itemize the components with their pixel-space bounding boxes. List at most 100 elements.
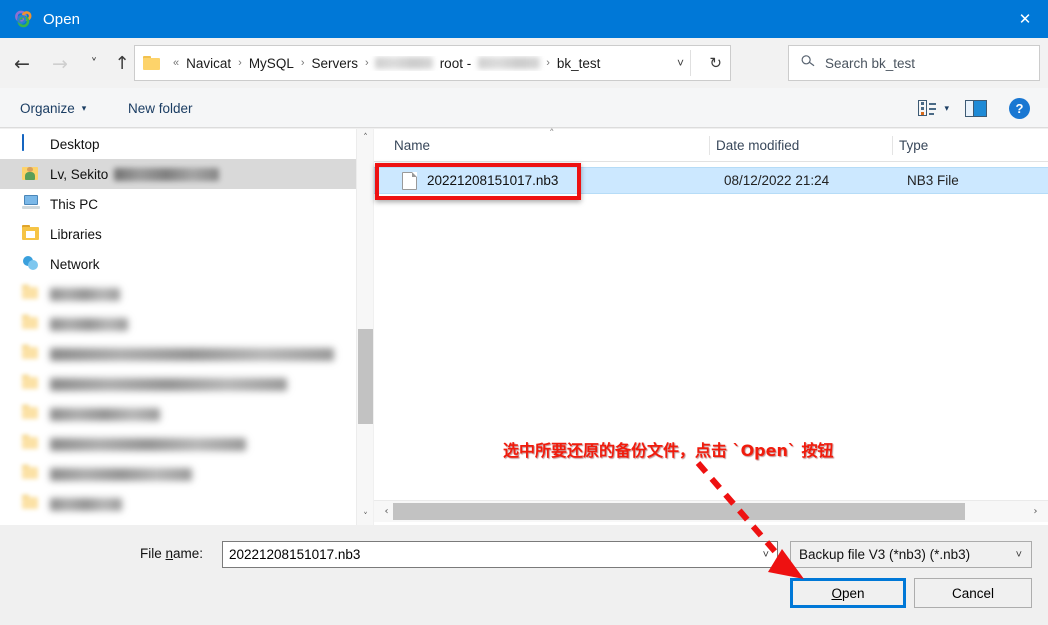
search-input-placeholder: Search bk_test bbox=[825, 55, 916, 71]
breadcrumb-item-navicat[interactable]: Navicat bbox=[185, 56, 232, 71]
column-header-name[interactable]: Name bbox=[394, 129, 430, 161]
change-view-icon[interactable] bbox=[918, 100, 937, 116]
sidebar-item-folder-redacted[interactable] bbox=[0, 309, 356, 339]
help-icon: ? bbox=[1015, 100, 1024, 116]
navigation-pane-scrollbar[interactable]: ˄ ˅ bbox=[356, 129, 373, 525]
forward-button: → bbox=[46, 50, 74, 78]
forward-arrow-icon: → bbox=[52, 52, 68, 75]
refresh-icon: ↻ bbox=[709, 54, 722, 72]
folder-icon bbox=[22, 435, 42, 453]
column-header-label: Name bbox=[394, 137, 431, 153]
sidebar-item-folder-redacted[interactable] bbox=[0, 369, 356, 399]
open-file-dialog: Open ✕ ← → ˅ ↑ « Navicat › MySQL › Serve… bbox=[0, 0, 1048, 625]
open-rest: pen bbox=[841, 585, 865, 601]
sort-ascending-icon: ˄ bbox=[549, 127, 555, 140]
breadcrumb-item-account[interactable]: root - bbox=[439, 56, 473, 71]
open-button[interactable]: Open bbox=[790, 578, 906, 608]
sidebar-item-redacted-label bbox=[50, 347, 334, 361]
folder-icon bbox=[143, 56, 161, 70]
preview-pane-icon[interactable] bbox=[965, 99, 987, 117]
chevron-down-icon: ˅ bbox=[90, 56, 98, 72]
navicat-logo-icon bbox=[14, 9, 34, 29]
file-name-value: 20221208151017.nb3 bbox=[229, 547, 361, 562]
cancel-button-label: Cancel bbox=[951, 585, 995, 601]
scrollbar-thumb[interactable] bbox=[358, 329, 373, 424]
libraries-icon bbox=[22, 225, 42, 243]
file-type-cell: NB3 File bbox=[907, 168, 959, 193]
scroll-down-button[interactable]: ˅ bbox=[357, 508, 374, 525]
sidebar-item-folder-redacted[interactable] bbox=[0, 279, 356, 309]
folder-icon bbox=[22, 465, 42, 483]
breadcrumb-item-servers[interactable]: Servers bbox=[311, 56, 360, 71]
address-dropdown-button[interactable]: ˅ bbox=[677, 46, 684, 80]
folder-icon bbox=[22, 315, 42, 333]
breadcrumb-item-bk-test[interactable]: bk_test bbox=[556, 56, 602, 71]
chevron-up-icon: ˄ bbox=[363, 132, 368, 143]
sidebar-item-folder-redacted[interactable] bbox=[0, 399, 356, 429]
folder-icon bbox=[22, 345, 42, 363]
sidebar-item-user-folder[interactable]: Lv, Sekito bbox=[0, 159, 356, 189]
new-folder-button[interactable]: New folder bbox=[128, 88, 193, 128]
user-folder-icon bbox=[22, 165, 42, 183]
up-one-level-button[interactable]: ↑ bbox=[108, 50, 136, 78]
title-bar: Open ✕ bbox=[0, 0, 1048, 38]
file-list-horizontal-scrollbar[interactable]: ‹ › bbox=[374, 500, 1048, 522]
file-type-filter-dropdown[interactable]: Backup file V3 (*nb3) (*.nb3) ˅ bbox=[790, 541, 1032, 568]
sidebar-item-redacted-suffix bbox=[114, 167, 220, 181]
sidebar-item-label: Network bbox=[50, 256, 100, 272]
sidebar-item-folder-redacted[interactable] bbox=[0, 429, 356, 459]
sidebar-item-folder-redacted[interactable] bbox=[0, 489, 356, 519]
search-icon bbox=[800, 53, 816, 73]
address-bar[interactable]: « Navicat › MySQL › Servers › root - › b… bbox=[134, 45, 731, 81]
chevron-down-icon: ▾ bbox=[81, 102, 87, 113]
sidebar-item-folder-redacted[interactable] bbox=[0, 339, 356, 369]
close-button[interactable]: ✕ bbox=[1002, 0, 1048, 38]
chevron-down-icon: ˅ bbox=[1015, 548, 1022, 561]
view-options-chevron-down-icon[interactable]: ▾ bbox=[944, 103, 949, 114]
title-bar-left: Open bbox=[14, 0, 80, 38]
chevron-down-icon[interactable]: ˅ bbox=[763, 542, 769, 567]
up-arrow-icon: ↑ bbox=[114, 53, 130, 74]
scrollbar-thumb[interactable] bbox=[393, 503, 965, 520]
sidebar-item-redacted-label bbox=[50, 407, 160, 421]
cancel-button[interactable]: Cancel bbox=[914, 578, 1032, 608]
chevron-down-icon: ˅ bbox=[363, 511, 368, 522]
sidebar-item-redacted-label bbox=[50, 317, 128, 331]
file-name-label-pre: File bbox=[140, 546, 166, 561]
file-name-input[interactable]: 20221208151017.nb3 ˅ bbox=[222, 541, 778, 568]
chevron-down-icon: ˅ bbox=[676, 56, 684, 70]
sidebar-item-this-pc[interactable]: This PC bbox=[0, 189, 356, 219]
column-header-row: ˄ Name Date modified Type bbox=[374, 127, 1048, 162]
column-header-type[interactable]: Type bbox=[899, 129, 928, 161]
refresh-button[interactable]: ↻ bbox=[709, 46, 722, 80]
help-button[interactable]: ? bbox=[1009, 97, 1030, 119]
organize-button[interactable]: Organize ▾ bbox=[20, 88, 86, 128]
sidebar-item-folder-redacted[interactable] bbox=[0, 459, 356, 489]
breadcrumb-item-mysql[interactable]: MySQL bbox=[248, 56, 295, 71]
window-title: Open bbox=[43, 10, 81, 28]
desktop-icon bbox=[22, 134, 42, 153]
breadcrumb-separator: › bbox=[546, 57, 550, 69]
search-box[interactable]: Search bk_test bbox=[788, 45, 1040, 81]
column-header-date-modified[interactable]: Date modified bbox=[716, 129, 799, 161]
this-pc-icon bbox=[22, 195, 42, 213]
file-date-label: 08/12/2022 21:24 bbox=[724, 173, 830, 188]
breadcrumb-separator: › bbox=[365, 57, 369, 69]
scroll-up-button[interactable]: ˄ bbox=[357, 129, 374, 146]
annotation-callout-text: 选中所要还原的备份文件，点击 `Open` 按钮 bbox=[503, 441, 834, 460]
back-button[interactable]: ← bbox=[8, 50, 36, 78]
sidebar-item-libraries[interactable]: Libraries bbox=[0, 219, 356, 249]
scroll-right-button[interactable]: › bbox=[1027, 501, 1044, 522]
sidebar-item-desktop[interactable]: Desktop bbox=[0, 129, 356, 159]
file-type-filter-value: Backup file V3 (*nb3) (*.nb3) bbox=[799, 547, 971, 562]
new-folder-label: New folder bbox=[128, 100, 193, 116]
breadcrumb-separator: › bbox=[300, 57, 305, 69]
column-header-label: Type bbox=[899, 137, 929, 153]
sidebar-item-label: Lv, Sekito bbox=[50, 166, 109, 182]
recent-locations-button[interactable]: ˅ bbox=[80, 50, 108, 78]
sidebar-item-network[interactable]: Network bbox=[0, 249, 356, 279]
sidebar-item-label: Desktop bbox=[50, 136, 100, 152]
sidebar-item-label: Libraries bbox=[50, 226, 102, 242]
sidebar-item-redacted-label bbox=[50, 497, 122, 511]
file-name-label-post: ame: bbox=[173, 546, 204, 561]
